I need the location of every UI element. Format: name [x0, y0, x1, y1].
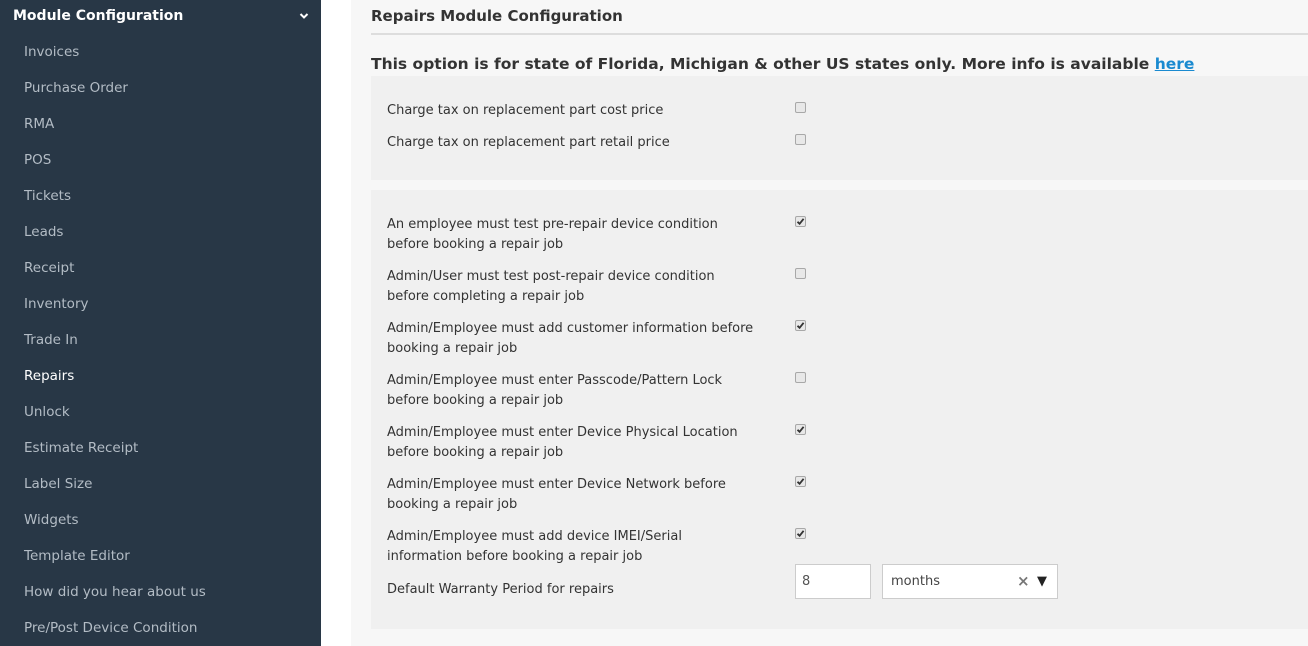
- sidebar: Module Configuration Invoices Purchase Or…: [0, 0, 321, 646]
- dropdown-arrow-icon[interactable]: ▼: [1037, 565, 1047, 598]
- notice-text: This option is for state of Florida, Mic…: [371, 55, 1155, 73]
- page-title: Repairs Module Configuration: [371, 7, 623, 25]
- warranty-unit-select[interactable]: months × ▼: [882, 564, 1058, 599]
- option-label: Admin/Employee must enter Device Physica…: [387, 425, 738, 460]
- warranty-unit-value: months: [891, 574, 940, 589]
- option-label: An employee must test pre-repair device …: [387, 217, 718, 252]
- sidebar-item-inventory[interactable]: Inventory: [0, 286, 321, 322]
- warranty-label: Default Warranty Period for repairs: [387, 582, 614, 597]
- option-label: Admin/User must test post-repair device …: [387, 269, 715, 304]
- title-divider: [371, 33, 1308, 35]
- sidebar-item-invoices[interactable]: Invoices: [0, 34, 321, 70]
- repair-requirements-panel: An employee must test pre-repair device …: [371, 190, 1308, 629]
- sidebar-item-estimate-receipt[interactable]: Estimate Receipt: [0, 430, 321, 466]
- tax-notice: This option is for state of Florida, Mic…: [371, 55, 1194, 73]
- chevron-down-icon: [299, 13, 309, 19]
- sidebar-item-widgets[interactable]: Widgets: [0, 502, 321, 538]
- option-checkbox[interactable]: [795, 102, 806, 113]
- option-checkbox[interactable]: [795, 372, 806, 383]
- sidebar-header-label: Module Configuration: [13, 8, 184, 24]
- clear-icon[interactable]: ×: [1017, 565, 1030, 598]
- sidebar-item-repairs[interactable]: Repairs: [0, 358, 321, 394]
- checkmark-icon: [796, 426, 805, 434]
- option-checkbox[interactable]: [795, 320, 806, 331]
- option-label: Admin/Employee must add device IMEI/Seri…: [387, 529, 682, 564]
- sidebar-item-label-size[interactable]: Label Size: [0, 466, 321, 502]
- more-info-link[interactable]: here: [1155, 55, 1195, 73]
- option-checkbox[interactable]: [795, 134, 806, 145]
- sidebar-item-trade-in[interactable]: Trade In: [0, 322, 321, 358]
- option-label: Charge tax on replacement part retail pr…: [387, 135, 670, 150]
- sidebar-item-leads[interactable]: Leads: [0, 214, 321, 250]
- sidebar-item-pre-post-device-condition[interactable]: Pre/Post Device Condition: [0, 610, 321, 646]
- checkmark-icon: [796, 478, 805, 486]
- sidebar-item-template-editor[interactable]: Template Editor: [0, 538, 321, 574]
- module-configuration-toggle[interactable]: Module Configuration: [13, 5, 313, 27]
- sidebar-item-unlock[interactable]: Unlock: [0, 394, 321, 430]
- sidebar-menu: Invoices Purchase Order RMA POS Tickets Leads…: [0, 34, 321, 646]
- sidebar-item-how-did-you-hear-about-us[interactable]: How did you hear about us: [0, 574, 321, 610]
- option-label: Admin/Employee must enter Passcode/Patte…: [387, 373, 723, 408]
- checkmark-icon: [796, 322, 805, 330]
- warranty-period-input[interactable]: 8: [795, 564, 871, 599]
- option-checkbox[interactable]: [795, 476, 806, 487]
- main-content: Repairs Module Configuration This option…: [351, 0, 1308, 646]
- tax-options-panel: Charge tax on replacement part cost pric…: [371, 76, 1308, 180]
- option-checkbox[interactable]: [795, 216, 806, 227]
- option-checkbox[interactable]: [795, 424, 806, 435]
- option-checkbox[interactable]: [795, 268, 806, 279]
- sidebar-item-pos[interactable]: POS: [0, 142, 321, 178]
- sidebar-item-rma[interactable]: RMA: [0, 106, 321, 142]
- checkmark-icon: [796, 530, 805, 538]
- option-label: Admin/Employee must add customer informa…: [387, 321, 754, 356]
- sidebar-item-receipt[interactable]: Receipt: [0, 250, 321, 286]
- sidebar-item-tickets[interactable]: Tickets: [0, 178, 321, 214]
- sidebar-item-purchase-order[interactable]: Purchase Order: [0, 70, 321, 106]
- option-label: Charge tax on replacement part cost pric…: [387, 103, 664, 118]
- option-checkbox[interactable]: [795, 528, 806, 539]
- option-label: Admin/Employee must enter Device Network…: [387, 477, 726, 512]
- checkmark-icon: [796, 218, 805, 226]
